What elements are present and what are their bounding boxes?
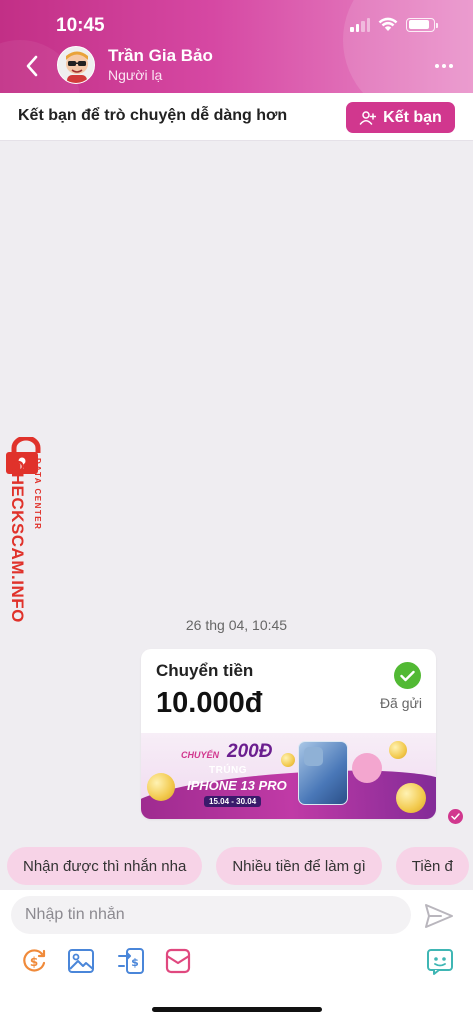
- chevron-left-icon: [26, 55, 38, 77]
- status-icons: [350, 17, 438, 32]
- red-envelope-icon: [165, 948, 191, 974]
- transfer-icon: $: [118, 948, 144, 974]
- quick-reply-chip[interactable]: Nhận được thì nhắn nha: [7, 847, 203, 885]
- svg-text:$: $: [131, 956, 139, 969]
- coin-icon: [147, 773, 175, 801]
- banner-wave: [141, 761, 436, 819]
- composer: $ $: [0, 890, 473, 1024]
- transfer-amount: 10.000đ: [156, 687, 263, 719]
- back-button[interactable]: [20, 53, 44, 79]
- coin-icon: [396, 783, 426, 813]
- watermark-subtitle: DATA CENTER: [33, 458, 42, 531]
- image-icon: [68, 949, 94, 973]
- contact-name[interactable]: Trần Gia Bảo: [108, 46, 213, 66]
- home-indicator[interactable]: [152, 1007, 322, 1012]
- add-user-icon: [359, 110, 377, 125]
- svg-text:$: $: [30, 955, 38, 969]
- chat-header: 10:45 Trần Gia Bảo Người lạ: [0, 0, 473, 93]
- contact-relationship: Người lạ: [108, 67, 163, 83]
- status-time: 10:45: [56, 15, 105, 36]
- quick-reply-list: Nhận được thì nhắn nha Nhiều tiền để làm…: [7, 847, 469, 885]
- send-button[interactable]: [424, 903, 454, 929]
- avatar-image: [58, 47, 94, 83]
- send-icon: [425, 904, 453, 928]
- header-decoration: [343, 0, 473, 93]
- phone-image: [298, 741, 348, 805]
- dot-icon: [449, 64, 453, 68]
- quick-reply-chip[interactable]: Tiền đ: [395, 847, 469, 885]
- promo-line3: TRÚNG: [209, 765, 248, 776]
- promo-line2: 200Đ: [227, 741, 273, 762]
- add-friend-bar: Kết bạn để trò chuyện dễ dàng hơn Kết bạ…: [0, 93, 473, 141]
- promo-banner[interactable]: CHUYỂN 200Đ TRÚNG IPHONE 13 PRO 15.04 - …: [141, 733, 436, 819]
- cellular-signal-icon: [350, 17, 370, 32]
- sticker-button[interactable]: [425, 946, 455, 976]
- promo-dates: 15.04 - 30.04: [204, 796, 262, 807]
- add-friend-button[interactable]: Kết bạn: [346, 102, 455, 133]
- transfer-title: Chuyển tiền: [156, 661, 254, 680]
- dot-icon: [435, 64, 439, 68]
- mascot-image: [352, 753, 382, 783]
- money-transfer-card[interactable]: Chuyển tiền 10.000đ Đã gửi CHUYỂN 200Đ T…: [141, 649, 436, 819]
- message-input[interactable]: [11, 896, 411, 934]
- money-send-button[interactable]: $: [19, 946, 49, 976]
- coin-icon: [389, 741, 407, 759]
- more-options-button[interactable]: [435, 64, 453, 68]
- message-timestamp: 26 thg 04, 10:45: [185, 617, 288, 633]
- wifi-icon: [378, 17, 398, 31]
- transfer-button[interactable]: $: [116, 946, 146, 976]
- battery-icon: [406, 17, 438, 32]
- add-friend-label: Kết bạn: [383, 108, 442, 126]
- coin-icon: [281, 753, 295, 767]
- add-friend-prompt: Kết bạn để trò chuyện dễ dàng hơn: [18, 107, 288, 124]
- quick-reply-chip[interactable]: Nhiều tiền để làm gì: [216, 847, 382, 885]
- image-button[interactable]: [66, 946, 96, 976]
- promo-line4: IPHONE 13 PRO: [187, 778, 287, 793]
- dot-icon: [442, 64, 446, 68]
- red-envelope-button[interactable]: [163, 946, 193, 976]
- sticker-icon: [427, 949, 453, 975]
- check-icon: [394, 662, 421, 689]
- contact-avatar[interactable]: [57, 46, 95, 84]
- transfer-status: Đã gửi: [379, 695, 422, 711]
- promo-line1: CHUYỂN: [181, 750, 220, 760]
- seen-check-icon: [448, 809, 463, 824]
- money-send-icon: $: [23, 949, 46, 972]
